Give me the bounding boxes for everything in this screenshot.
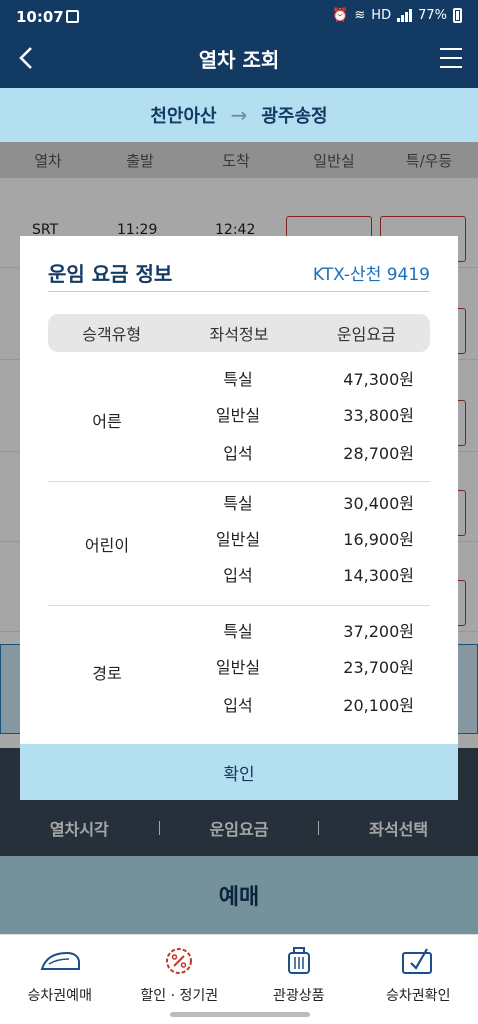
nav-discount-pass[interactable]: 할인 · 정기권 — [120, 935, 240, 1024]
nav-tour-products[interactable]: 관광상품 — [239, 935, 359, 1024]
status-right: ⏰ ≋ HD 77% — [332, 8, 462, 23]
signal-icon — [397, 9, 413, 22]
seat-class: 특실 — [223, 494, 253, 513]
seat-class: 입석 — [223, 696, 253, 715]
nav-label: 할인 · 정기권 — [140, 988, 219, 1004]
gallery-notification-icon — [66, 10, 79, 23]
header-fare: 운임요금 — [336, 325, 396, 344]
discount-badge-icon — [166, 948, 193, 974]
fare-row: 입석 14,300원 — [48, 554, 430, 590]
nav-ticket-check[interactable]: 승차권확인 — [359, 935, 478, 1024]
page-title: 열차 조회 — [198, 48, 280, 72]
hamburger-menu-icon[interactable] — [440, 48, 462, 68]
dialog-divider — [48, 291, 430, 292]
status-bar: 10:07 ⏰ ≋ HD 77% — [0, 0, 478, 36]
battery-icon — [453, 8, 462, 23]
route-origin: 천안아산 — [150, 106, 217, 127]
route-arrow-icon: → — [230, 103, 248, 127]
nav-ticket-booking[interactable]: 승차권예매 — [0, 935, 120, 1024]
fare-row: 일반실 33,800원 — [48, 394, 430, 430]
fare-row: 특실 30,400원 — [48, 482, 430, 518]
dialog-title: 운임 요금 정보 — [48, 262, 173, 286]
route-destination: 광주송정 — [261, 106, 328, 127]
seat-class: 일반실 — [215, 530, 261, 549]
fare-amount: 47,300원 — [343, 370, 414, 389]
fare-group-adult: 어른 특실 47,300원 일반실 33,800원 입석 28,700원 — [48, 358, 430, 482]
fare-row: 일반실 23,700원 — [48, 646, 430, 682]
route-bar: 천안아산 → 광주송정 — [0, 88, 478, 142]
hd-indicator: HD — [371, 8, 392, 23]
seat-class: 특실 — [223, 622, 253, 641]
home-indicator[interactable] — [170, 1012, 310, 1017]
fare-group-senior: 경로 특실 37,200원 일반실 23,700원 입석 20,100원 — [48, 610, 430, 734]
fare-amount: 14,300원 — [343, 566, 414, 585]
seat-class: 특실 — [223, 370, 253, 389]
dialog-train-name: KTX-산천 9419 — [312, 265, 430, 285]
fare-amount: 33,800원 — [343, 406, 414, 425]
nav-label: 관광상품 — [272, 988, 325, 1004]
nav-label: 승차권확인 — [386, 988, 451, 1004]
fare-amount: 20,100원 — [343, 696, 414, 715]
header-passenger-type: 승객유형 — [82, 325, 142, 344]
fare-row: 일반실 16,900원 — [48, 518, 430, 554]
fare-row: 입석 28,700원 — [48, 432, 430, 468]
confirm-button[interactable]: 확인 — [20, 744, 458, 800]
fare-row: 특실 37,200원 — [48, 610, 430, 646]
fare-row: 입석 20,100원 — [48, 684, 430, 720]
seat-class: 일반실 — [215, 658, 261, 677]
ktx-train-icon — [40, 951, 80, 970]
seat-class: 입석 — [223, 566, 253, 585]
fare-amount: 23,700원 — [343, 658, 414, 677]
fare-info-dialog: 운임 요금 정보 KTX-산천 9419 승객유형 좌석정보 운임요금 어른 특… — [20, 236, 458, 800]
fare-amount: 16,900원 — [343, 530, 414, 549]
alarm-icon: ⏰ — [332, 8, 349, 23]
seat-class: 일반실 — [215, 406, 261, 425]
battery-percent: 77% — [418, 8, 447, 23]
fare-amount: 37,200원 — [343, 622, 414, 641]
wifi-icon: ≋ — [354, 8, 366, 23]
fare-table-header: 승객유형 좌석정보 운임요금 — [48, 314, 430, 352]
luggage-icon — [287, 947, 310, 974]
fare-amount: 28,700원 — [343, 444, 414, 463]
header-seat-info: 좌석정보 — [209, 325, 269, 344]
nav-label: 승차권예매 — [27, 988, 92, 1004]
fare-group-child: 어린이 특실 30,400원 일반실 16,900원 입석 14,300원 — [48, 482, 430, 606]
app-header: 10:07 ⏰ ≋ HD 77% 열차 조회 — [0, 0, 478, 88]
status-time: 10:07 — [16, 8, 64, 26]
fare-amount: 30,400원 — [343, 494, 414, 513]
seat-class: 입석 — [223, 444, 253, 463]
fare-row: 특실 47,300원 — [48, 358, 430, 394]
ticket-check-icon — [402, 948, 433, 974]
bottom-navigation: 승차권예매 할인 · 정기권 관광상품 승차권확인 — [0, 934, 478, 1024]
